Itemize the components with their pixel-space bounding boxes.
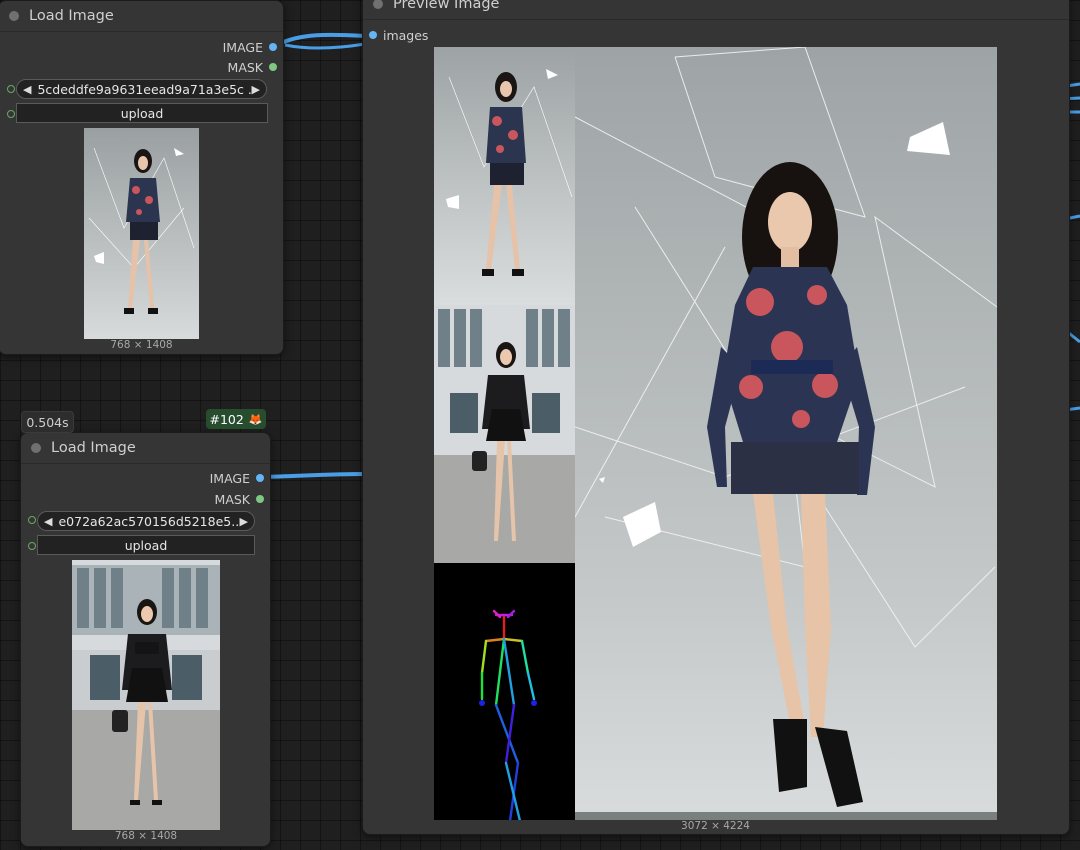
output-image[interactable]: IMAGE — [210, 469, 264, 487]
output-mask[interactable]: MASK — [228, 58, 277, 76]
output-mask[interactable]: MASK — [215, 490, 264, 508]
preview-tile-generated — [574, 47, 997, 820]
right-arrow-icon[interactable]: ▶ — [240, 515, 248, 528]
node-title: Preview Image — [393, 0, 500, 12]
upload-button[interactable]: upload — [16, 103, 268, 123]
wire-node1-to-preview — [276, 32, 366, 47]
right-arrow-icon[interactable]: ▶ — [252, 83, 260, 96]
collapse-dot-icon[interactable] — [373, 0, 383, 9]
left-arrow-icon[interactable]: ◀ — [44, 515, 52, 528]
widget-input-dot-icon[interactable] — [7, 110, 15, 118]
image-file-select[interactable]: ◀ e072a62ac570156d5218e5... ▶ — [37, 511, 255, 531]
node-title: Load Image — [29, 8, 114, 24]
fox-icon: 🦊 — [248, 412, 263, 426]
collapse-dot-icon[interactable] — [9, 11, 19, 21]
image-file-value: 5cdeddfe9a9631eead9a71a3e5c ... — [37, 81, 252, 97]
node-title-bar[interactable]: Preview Image — [363, 0, 1069, 20]
left-arrow-icon[interactable]: ◀ — [23, 83, 31, 96]
node-title: Load Image — [51, 440, 136, 456]
widget-input-dot-icon[interactable] — [28, 542, 36, 550]
execution-time-badge: 0.504s — [21, 411, 74, 433]
image-input-port-icon[interactable] — [369, 31, 377, 39]
node-title-bar[interactable]: Load Image — [0, 1, 283, 32]
mask-output-port-icon[interactable] — [269, 63, 277, 71]
collapse-dot-icon[interactable] — [31, 443, 41, 453]
output-image[interactable]: IMAGE — [223, 38, 277, 56]
node-title-bar[interactable]: Load Image — [21, 433, 270, 464]
image-dimensions: 768 × 1408 — [110, 339, 173, 351]
node-id-badge: #102 🦊 — [206, 409, 266, 429]
preview-tile-reference — [434, 47, 575, 305]
preview-tile-street — [434, 305, 575, 563]
input-images[interactable]: images — [369, 27, 428, 43]
woman-photo-icon — [88, 147, 195, 314]
image-output-port-icon[interactable] — [269, 43, 277, 51]
image-output-port-icon[interactable] — [256, 474, 264, 482]
image-file-value: e072a62ac570156d5218e5... — [58, 513, 240, 529]
image-dimensions: 768 × 1408 — [114, 830, 178, 842]
wire-node2-to-preview — [262, 472, 366, 479]
node-id-label: #102 — [209, 411, 244, 427]
image-thumbnail — [84, 128, 199, 339]
image-file-select[interactable]: ◀ 5cdeddfe9a9631eead9a71a3e5c ... ▶ — [16, 79, 267, 99]
woman-street-photo-icon — [72, 560, 220, 830]
load-image-node-2[interactable]: Load Image IMAGE MASK ◀ e072a62ac570156d… — [20, 432, 271, 847]
wire-node1-to-preview-2 — [284, 42, 366, 50]
widget-input-dot-icon[interactable] — [28, 516, 36, 524]
preview-image — [434, 47, 997, 820]
upload-button[interactable]: upload — [37, 535, 255, 555]
preview-image-dimensions: 3072 × 4224 — [681, 820, 750, 832]
preview-image-node[interactable]: Preview Image images 3072 × 4224 — [362, 0, 1070, 835]
preview-tile-pose — [434, 563, 575, 820]
load-image-node-1[interactable]: Load Image IMAGE MASK ◀ 5cdeddfe9a9631ee… — [0, 0, 284, 355]
image-thumbnail — [72, 560, 220, 830]
widget-input-dot-icon[interactable] — [7, 85, 15, 93]
mask-output-port-icon[interactable] — [256, 495, 264, 503]
